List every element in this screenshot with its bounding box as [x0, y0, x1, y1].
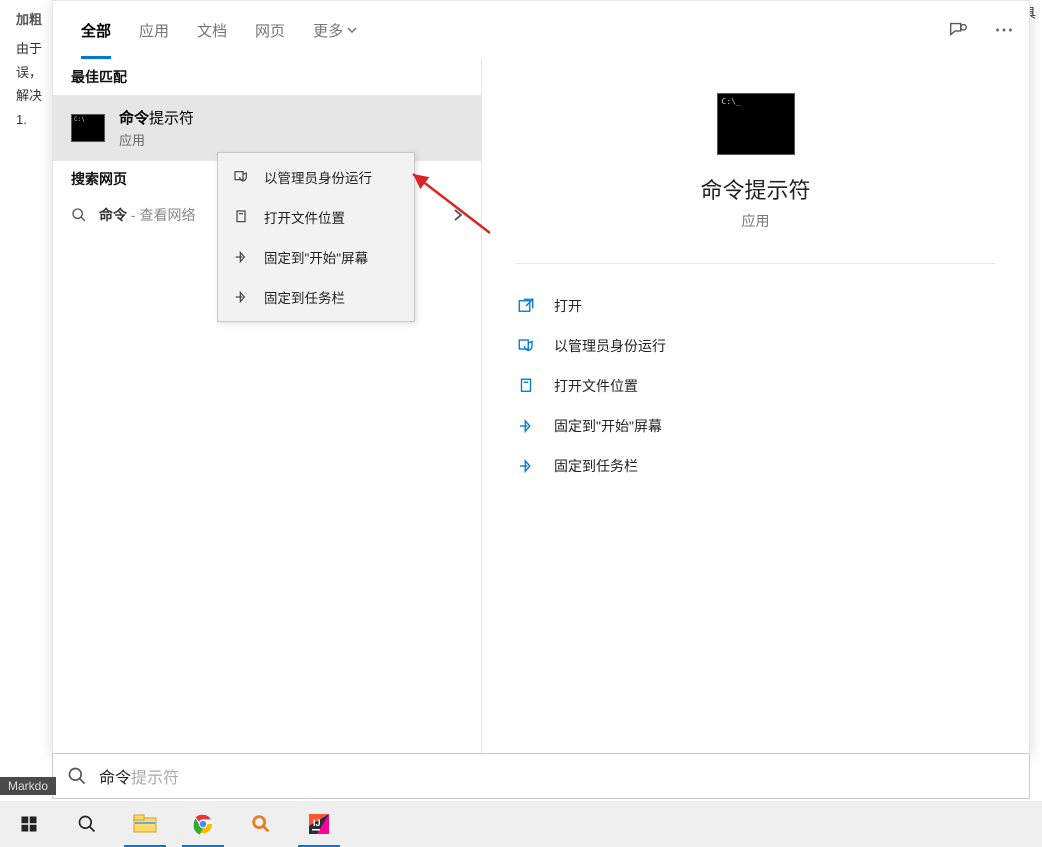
folder-icon: [232, 208, 250, 226]
feedback-icon[interactable]: [947, 19, 969, 41]
action-open[interactable]: 打开: [516, 286, 995, 326]
preview-title: 命令提示符: [700, 173, 810, 205]
menu-pin-start[interactable]: 固定到"开始"屏幕: [218, 237, 414, 277]
pin-icon: [516, 456, 536, 476]
section-best-match: 最佳匹配: [53, 59, 481, 95]
pin-icon: [516, 416, 536, 436]
menu-run-as-admin[interactable]: 以管理员身份运行: [218, 157, 414, 197]
result-subtype: 应用: [119, 130, 194, 149]
tab-web[interactable]: 网页: [241, 2, 299, 59]
start-button[interactable]: [0, 801, 58, 847]
search-input[interactable]: 命令提示符: [52, 753, 1030, 799]
action-label: 固定到任务栏: [554, 456, 638, 476]
tab-more[interactable]: 更多: [299, 2, 371, 59]
taskbar-chrome[interactable]: [174, 801, 232, 847]
action-label: 打开: [554, 296, 582, 316]
context-menu: 以管理员身份运行 打开文件位置 固定到"开始"屏幕 固定到任务栏: [217, 152, 415, 322]
taskbar-file-explorer[interactable]: [116, 801, 174, 847]
menu-label: 固定到"开始"屏幕: [264, 247, 368, 267]
command-prompt-icon: [71, 114, 105, 142]
tabs-header: 全部 应用 文档 网页 更多: [53, 1, 1029, 59]
search-icon: [71, 207, 87, 223]
menu-label: 固定到任务栏: [264, 287, 345, 307]
preview-panel: 命令提示符 应用 打开 以管理员身份运行: [481, 59, 1029, 754]
open-icon: [516, 296, 536, 316]
markdown-badge: Markdo: [0, 777, 56, 795]
result-title: 命令提示符: [119, 107, 194, 128]
action-pin-taskbar[interactable]: 固定到任务栏: [516, 446, 995, 486]
search-input-text: 命令提示符: [99, 764, 179, 788]
action-label: 打开文件位置: [554, 376, 638, 396]
taskbar-intellij[interactable]: IJ: [290, 801, 348, 847]
pin-icon: [232, 248, 250, 266]
menu-open-location[interactable]: 打开文件位置: [218, 197, 414, 237]
search-panel: 全部 应用 文档 网页 更多 最佳匹配 命令提示符 应用: [52, 0, 1030, 755]
taskbar: IJ: [0, 801, 1042, 847]
action-pin-start[interactable]: 固定到"开始"屏幕: [516, 406, 995, 446]
shield-icon: [516, 336, 536, 356]
pin-icon: [232, 288, 250, 306]
menu-label: 打开文件位置: [264, 207, 345, 227]
divider: [516, 263, 995, 264]
action-label: 固定到"开始"屏幕: [554, 416, 662, 436]
folder-icon: [516, 376, 536, 396]
web-search-text: 命令 - 查看网络: [99, 205, 195, 225]
preview-subtype: 应用: [742, 211, 770, 231]
chevron-down-icon: [347, 27, 357, 33]
tab-more-label: 更多: [313, 20, 343, 41]
more-icon[interactable]: [993, 19, 1015, 41]
tab-all[interactable]: 全部: [67, 2, 125, 59]
taskbar-search-app[interactable]: [232, 801, 290, 847]
shield-icon: [232, 168, 250, 186]
menu-pin-taskbar[interactable]: 固定到任务栏: [218, 277, 414, 317]
chevron-right-icon: [453, 208, 463, 222]
action-label: 以管理员身份运行: [554, 336, 666, 356]
action-run-as-admin[interactable]: 以管理员身份运行: [516, 326, 995, 366]
tab-apps[interactable]: 应用: [125, 2, 183, 59]
tab-docs[interactable]: 文档: [183, 2, 241, 59]
taskbar-search-button[interactable]: [58, 801, 116, 847]
search-icon: [67, 766, 87, 786]
menu-label: 以管理员身份运行: [264, 167, 372, 187]
command-prompt-large-icon: [717, 93, 795, 155]
svg-text:IJ: IJ: [313, 818, 321, 828]
action-open-location[interactable]: 打开文件位置: [516, 366, 995, 406]
